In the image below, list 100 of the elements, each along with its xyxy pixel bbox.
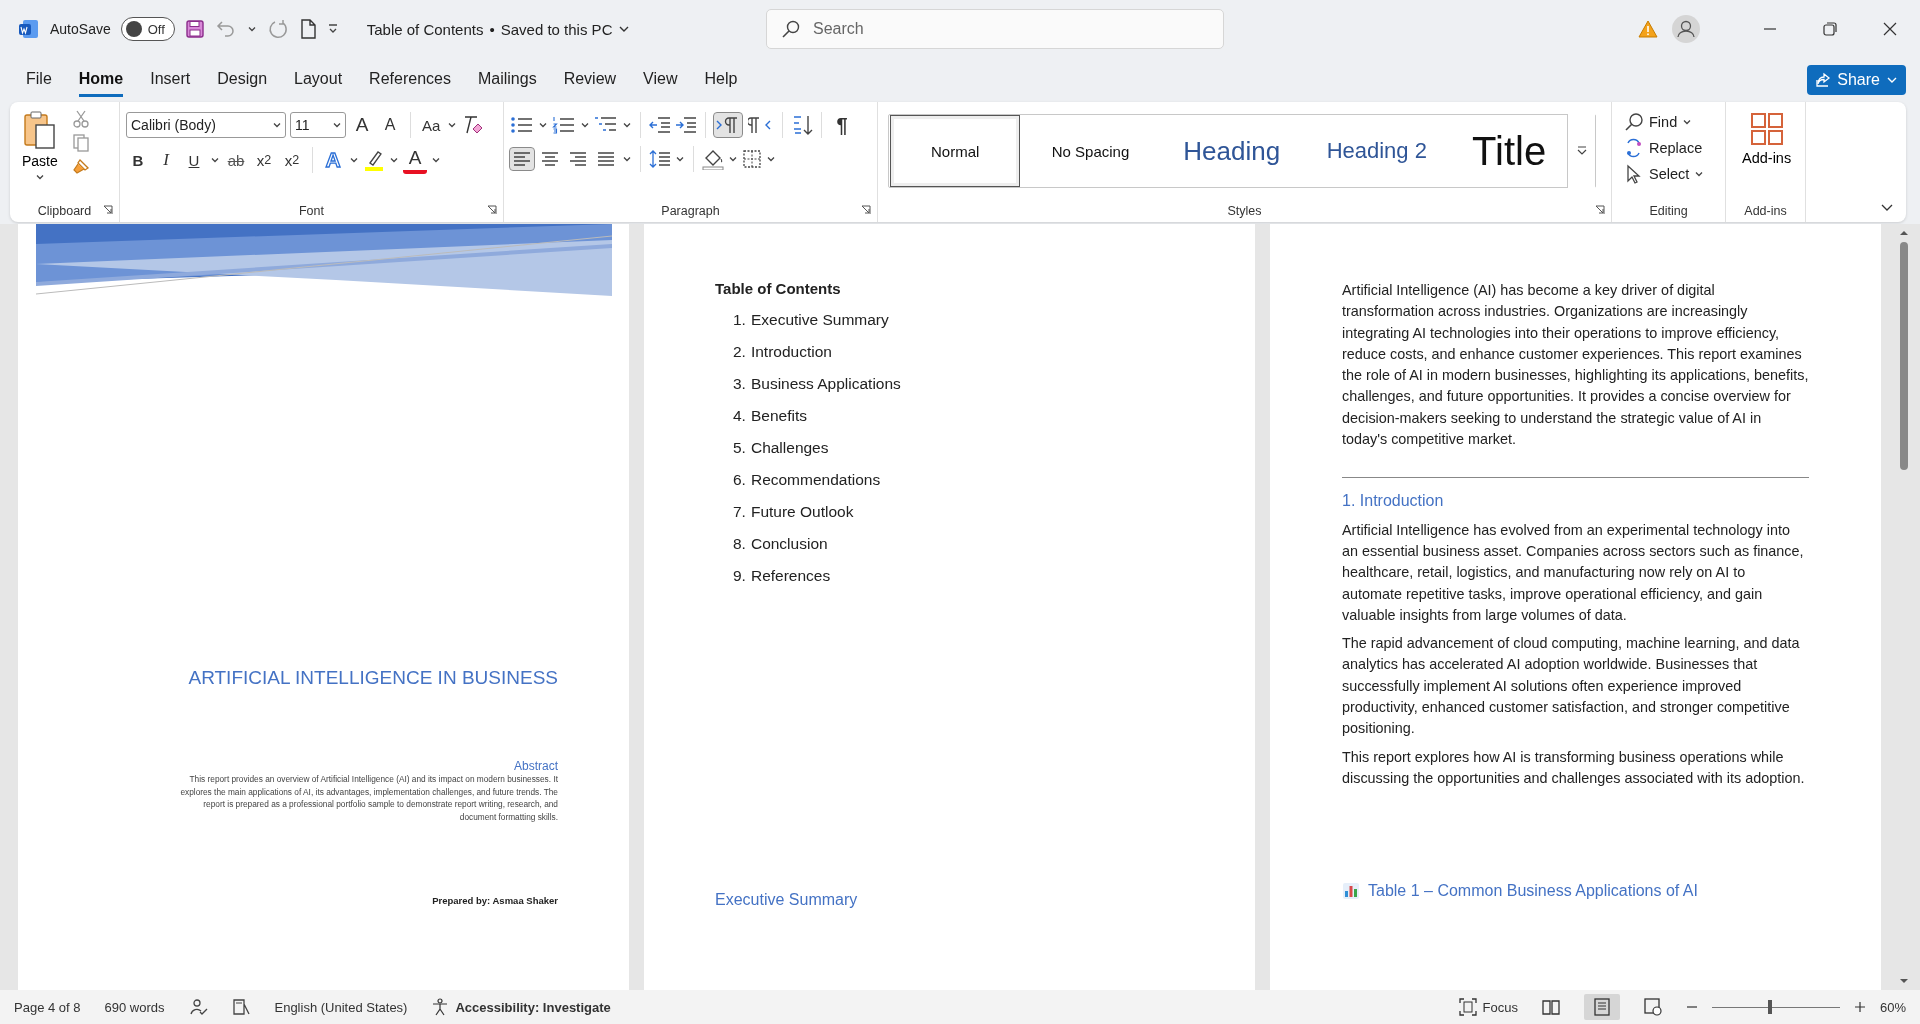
numbering-icon[interactable] xyxy=(552,115,576,135)
caret-icon[interactable] xyxy=(332,120,342,130)
page-count[interactable]: Page 4 of 8 xyxy=(14,999,81,1015)
caret-icon[interactable] xyxy=(538,120,548,130)
web-layout-icon[interactable] xyxy=(1643,998,1662,1016)
caret-icon[interactable] xyxy=(246,24,257,34)
decrease-indent-icon[interactable] xyxy=(649,115,671,135)
grow-font-button[interactable]: A xyxy=(350,112,374,138)
save-status[interactable]: Saved to this PC xyxy=(500,20,613,38)
share-button[interactable]: Share xyxy=(1807,65,1906,95)
document-title[interactable]: Table of Contents xyxy=(366,20,484,38)
print-layout-icon[interactable] xyxy=(1593,998,1610,1016)
word-count[interactable]: 690 words xyxy=(104,999,165,1015)
caret-icon[interactable] xyxy=(675,154,685,164)
shrink-font-button[interactable]: A xyxy=(378,112,402,138)
menu-tab[interactable]: View xyxy=(643,63,678,97)
caret-icon[interactable] xyxy=(272,120,282,130)
highlighter-icon[interactable] xyxy=(363,149,385,171)
text-effects-button[interactable]: A xyxy=(321,147,345,173)
increase-indent-icon[interactable] xyxy=(675,115,697,135)
replace-button[interactable]: Replace xyxy=(1624,138,1705,158)
style-option[interactable]: Normal xyxy=(890,115,1021,187)
caret-icon[interactable] xyxy=(622,154,632,164)
avatar-icon[interactable] xyxy=(1672,15,1700,43)
menu-tab[interactable]: Home xyxy=(78,63,124,97)
style-option[interactable]: Heading xyxy=(1160,115,1303,187)
scroll-down-icon[interactable] xyxy=(1899,976,1909,986)
add-ins-button[interactable]: Add-ins xyxy=(1732,106,1802,200)
focus-label[interactable]: Focus xyxy=(1482,999,1518,1015)
strikethrough-button[interactable]: ab xyxy=(224,147,248,173)
menu-tab[interactable]: Review xyxy=(563,63,617,97)
find-button[interactable]: Find xyxy=(1624,112,1705,132)
dialog-launcher-icon[interactable] xyxy=(861,205,871,215)
justify-icon[interactable] xyxy=(596,150,616,168)
align-center-icon[interactable] xyxy=(540,150,560,168)
menu-tab[interactable]: References xyxy=(369,63,451,97)
caret-icon[interactable] xyxy=(622,120,632,130)
search-box[interactable]: Search xyxy=(766,9,1224,49)
align-left-icon[interactable] xyxy=(512,150,532,168)
caret-icon[interactable] xyxy=(728,154,738,164)
font-size-field[interactable]: 11 xyxy=(290,112,346,138)
accessibility-icon[interactable] xyxy=(431,998,450,1016)
dialog-launcher-icon[interactable] xyxy=(1595,205,1605,215)
dialog-launcher-icon[interactable] xyxy=(487,205,497,215)
underline-button[interactable]: U xyxy=(182,147,206,173)
proofing-icon[interactable] xyxy=(188,998,209,1016)
read-mode-icon[interactable] xyxy=(1541,999,1560,1015)
align-right-icon[interactable] xyxy=(568,150,588,168)
scroll-up-icon[interactable] xyxy=(1899,228,1909,238)
caret-icon[interactable] xyxy=(389,155,399,165)
format-painter-icon[interactable] xyxy=(71,158,90,176)
autosave-toggle[interactable]: Off xyxy=(120,17,175,41)
borders-icon[interactable] xyxy=(742,149,762,169)
menu-tab[interactable]: File xyxy=(26,63,52,97)
style-option[interactable]: No Spacing xyxy=(1020,115,1161,187)
dialog-launcher-icon[interactable] xyxy=(103,205,113,215)
select-button[interactable]: Select xyxy=(1624,164,1705,184)
menu-tab[interactable]: Insert xyxy=(150,63,191,97)
line-spacing-icon[interactable] xyxy=(649,149,671,169)
italic-button[interactable]: I xyxy=(154,147,178,173)
customize-toolbar-icon[interactable] xyxy=(326,23,339,35)
font-name-field[interactable]: Calibri (Body) xyxy=(126,112,286,138)
cut-icon[interactable] xyxy=(71,110,90,128)
bullets-icon[interactable] xyxy=(510,115,534,135)
font-color-button[interactable]: A xyxy=(403,146,427,174)
more-styles-icon[interactable] xyxy=(1575,145,1588,157)
menu-tab[interactable]: Help xyxy=(704,63,738,97)
caret-icon[interactable] xyxy=(766,154,776,164)
paste-button[interactable]: Paste xyxy=(16,106,64,200)
scrollbar-thumb[interactable] xyxy=(1900,242,1908,470)
caret-icon[interactable] xyxy=(447,120,458,130)
show-marks-button[interactable]: ¶ xyxy=(830,112,854,138)
language-label[interactable]: English (United States) xyxy=(274,999,408,1015)
bold-button[interactable]: B xyxy=(126,147,150,173)
focus-icon[interactable] xyxy=(1458,998,1477,1016)
style-option[interactable]: Heading 2 xyxy=(1302,115,1451,187)
close-icon[interactable] xyxy=(1883,22,1897,36)
shading-icon[interactable] xyxy=(702,148,724,170)
caret-icon[interactable] xyxy=(210,155,220,165)
menu-tab[interactable]: Layout xyxy=(294,63,343,97)
dictation-icon[interactable] xyxy=(232,998,251,1016)
menu-tab[interactable]: Design xyxy=(217,63,268,97)
style-option[interactable]: Title xyxy=(1450,115,1568,187)
save-icon[interactable] xyxy=(184,19,205,39)
zoom-in-icon[interactable] xyxy=(1853,1001,1866,1013)
slider-thumb[interactable] xyxy=(1767,1000,1772,1014)
caret-icon[interactable] xyxy=(431,155,441,165)
zoom-level[interactable]: 60% xyxy=(1879,999,1906,1015)
caret-icon[interactable] xyxy=(580,120,590,130)
change-case-button[interactable]: Aa xyxy=(419,112,444,138)
sort-icon[interactable] xyxy=(791,114,813,136)
caret-icon[interactable] xyxy=(349,155,359,165)
menu-tab[interactable]: Mailings xyxy=(477,63,537,97)
accessibility-status[interactable]: Accessibility: Investigate xyxy=(455,999,611,1015)
left-to-right-icon[interactable] xyxy=(716,115,740,135)
new-document-icon[interactable] xyxy=(298,19,317,39)
restore-icon[interactable] xyxy=(1823,22,1837,36)
right-to-left-icon[interactable] xyxy=(748,115,772,135)
search-field[interactable]: Search xyxy=(811,19,1191,39)
warning-icon[interactable] xyxy=(1638,20,1658,38)
